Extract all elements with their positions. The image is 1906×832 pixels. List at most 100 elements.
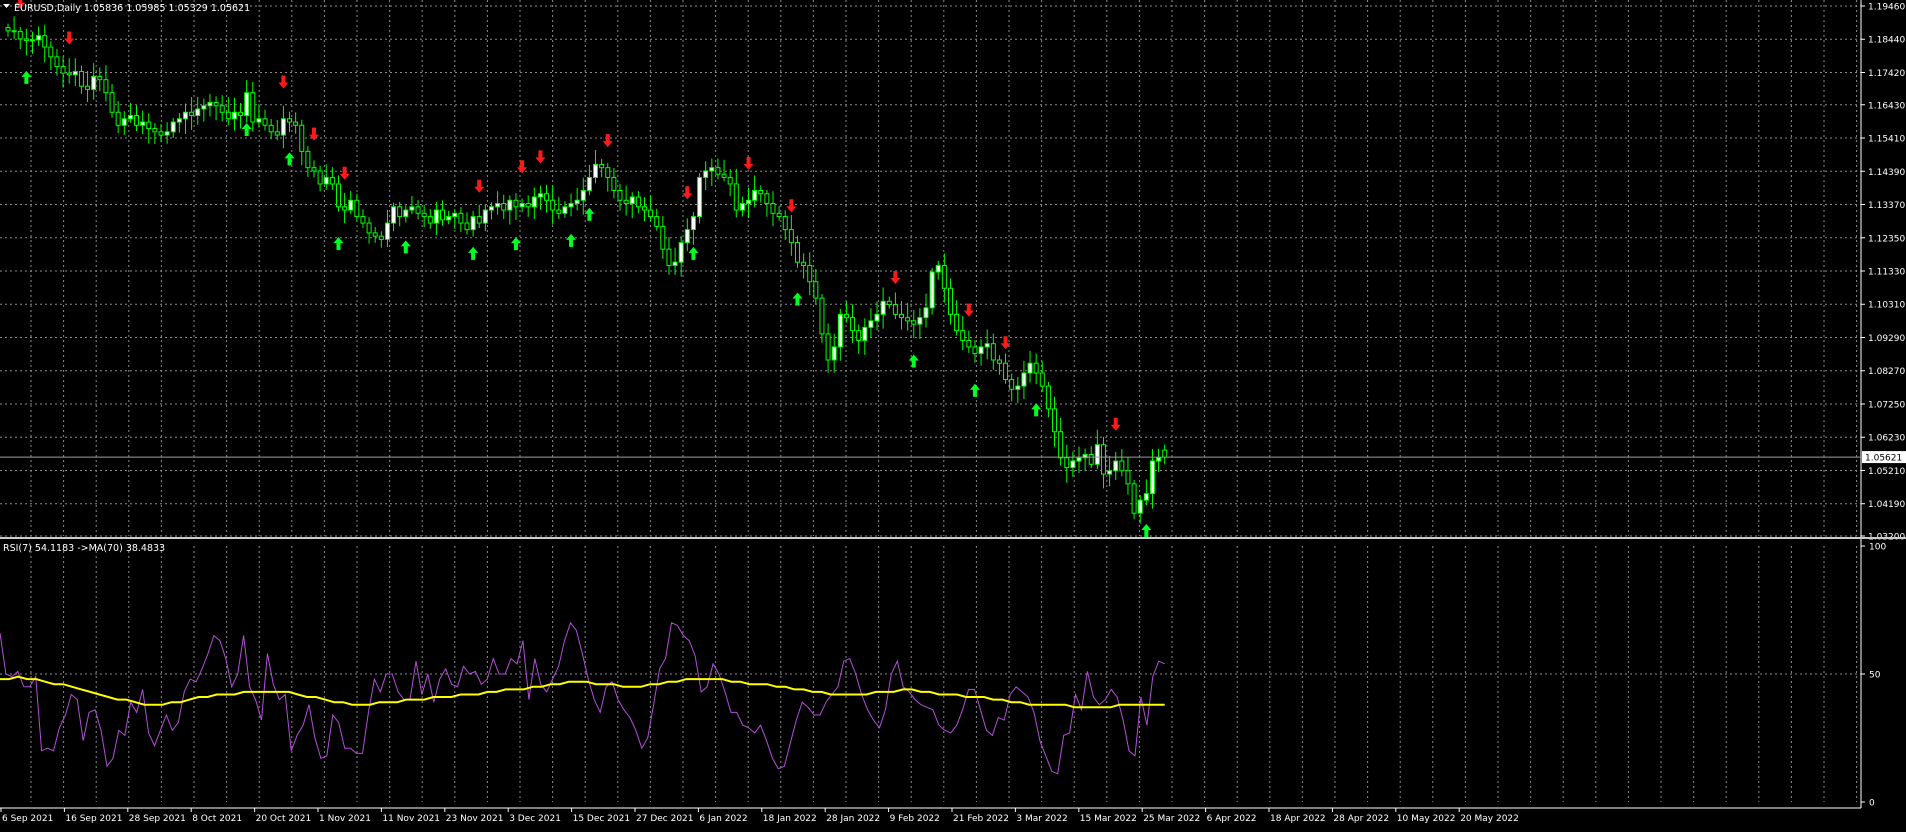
rsi-tick-label: 0 xyxy=(1869,799,1875,809)
bear-candle-body xyxy=(758,189,764,195)
bear-candle-body xyxy=(960,330,966,341)
bear-candle-body xyxy=(1131,483,1137,514)
bear-candle-body xyxy=(715,167,721,175)
bear-candle-body xyxy=(990,343,996,361)
bull-candle-body xyxy=(446,216,452,221)
bear-candle-body xyxy=(972,346,978,354)
bull-candle-body xyxy=(280,118,286,136)
bull-candle-body xyxy=(488,206,494,211)
bull-candle-body xyxy=(1094,444,1100,465)
bear-candle-body xyxy=(899,313,905,319)
bull-candle-body xyxy=(482,209,488,224)
bull-candle-body xyxy=(91,75,97,90)
bull-candle-body xyxy=(837,313,843,348)
price-tick-label: 1.16430 xyxy=(1868,101,1905,111)
bear-candle-body xyxy=(78,71,84,87)
chart-canvas[interactable]: 1.19460 1.18440 1.17420 1.16430 1.15410 1.143… xyxy=(0,0,1906,828)
bear-candle-body xyxy=(1033,362,1039,374)
rsi-tick-label: 100 xyxy=(1869,543,1886,553)
bull-candle-body xyxy=(709,167,715,172)
bull-candle-body xyxy=(880,300,886,315)
bear-candle-body xyxy=(770,203,776,214)
time-tick-label: 6 Jan 2022 xyxy=(699,814,747,824)
bear-candle-body xyxy=(335,183,341,208)
bull-candle-body xyxy=(831,346,837,361)
bear-candle-body xyxy=(1058,431,1064,459)
bear-candle-body xyxy=(458,212,464,224)
bear-candle-body xyxy=(317,170,323,185)
bull-candle-body xyxy=(409,206,415,211)
time-tick-label: 1 Nov 2021 xyxy=(319,814,371,824)
price-tick-label: 1.05210 xyxy=(1868,467,1905,477)
trading-chart[interactable]: 1.19460 1.18440 1.17420 1.16430 1.15410 1.143… xyxy=(0,0,1906,828)
price-tick-label: 1.13370 xyxy=(1868,201,1905,211)
bear-candle-body xyxy=(219,105,225,113)
chart-header-text: EURUSD,Daily 1.05836 1.05985 1.05329 1.0… xyxy=(14,3,250,14)
bear-candle-body xyxy=(189,111,195,117)
bear-candle-body xyxy=(238,111,244,117)
bull-candle-body xyxy=(684,229,690,244)
time-tick-label: 9 Feb 2022 xyxy=(890,814,940,824)
bear-candle-body xyxy=(525,203,531,208)
bull-candle-body xyxy=(984,343,990,348)
bull-candle-body xyxy=(1107,470,1113,475)
price-tick-label: 1.06230 xyxy=(1868,434,1905,444)
bear-candle-body xyxy=(366,222,372,234)
time-tick-label: 15 Mar 2022 xyxy=(1080,814,1137,824)
bull-candle-body xyxy=(176,118,182,123)
bear-candle-body xyxy=(641,206,647,211)
bull-candle-body xyxy=(384,222,390,240)
bull-candle-body xyxy=(1076,457,1082,462)
bull-candle-body xyxy=(127,115,133,120)
time-tick-label: 11 Nov 2021 xyxy=(382,814,440,824)
bear-candle-body xyxy=(54,56,60,68)
bear-candle-body xyxy=(886,300,892,306)
bull-candle-body xyxy=(1156,457,1162,462)
bear-candle-body xyxy=(1064,457,1070,469)
bear-candle-body xyxy=(501,203,507,211)
bull-candle-body xyxy=(140,121,146,126)
bull-candle-body xyxy=(746,199,752,205)
bull-candle-body xyxy=(586,176,592,191)
bear-candle-body xyxy=(427,216,433,224)
bull-candle-body xyxy=(348,199,354,211)
bull-candle-body xyxy=(531,196,537,208)
bull-candle-body xyxy=(574,199,580,205)
bull-candle-body xyxy=(703,170,709,178)
price-tick-label: 1.10310 xyxy=(1868,301,1905,311)
bear-candle-body xyxy=(1088,454,1094,465)
bear-candle-body xyxy=(146,121,152,130)
bear-candle-body xyxy=(807,264,813,283)
bear-candle-body xyxy=(476,216,482,224)
bear-candle-body xyxy=(1039,372,1045,387)
bull-candle-body xyxy=(739,203,745,211)
bear-candle-body xyxy=(733,183,739,211)
bear-candle-body xyxy=(85,85,91,90)
bear-candle-body xyxy=(825,333,831,361)
bull-candle-body xyxy=(507,199,513,211)
time-tick-label: 27 Dec 2021 xyxy=(636,814,694,824)
time-tick-label: 28 Jan 2022 xyxy=(826,814,880,824)
bull-candle-body xyxy=(978,346,984,354)
bear-candle-body xyxy=(843,313,849,319)
bear-candle-body xyxy=(611,176,617,191)
time-tick-label: 28 Apr 2022 xyxy=(1333,814,1389,824)
bear-candle-body xyxy=(727,176,733,185)
time-tick-label: 20 Oct 2021 xyxy=(256,814,312,824)
time-tick-label: 6 Sep 2021 xyxy=(2,814,53,824)
bear-candle-body xyxy=(794,242,800,263)
bull-candle-body xyxy=(1015,385,1021,390)
bull-candle-body xyxy=(201,105,207,110)
bear-candle-body xyxy=(305,150,311,169)
bear-candle-body xyxy=(892,304,898,315)
bear-candle-body xyxy=(1003,362,1009,381)
bear-candle-body xyxy=(415,206,421,214)
bull-candle-body xyxy=(72,71,78,76)
bull-candle-body xyxy=(580,189,586,201)
bull-candle-body xyxy=(1027,362,1033,374)
bear-candle-body xyxy=(1009,379,1015,390)
bull-candle-body xyxy=(121,118,127,126)
time-tick-label: 3 Mar 2022 xyxy=(1016,814,1067,824)
bull-candle-body xyxy=(868,320,874,328)
bear-candle-body xyxy=(97,75,103,81)
